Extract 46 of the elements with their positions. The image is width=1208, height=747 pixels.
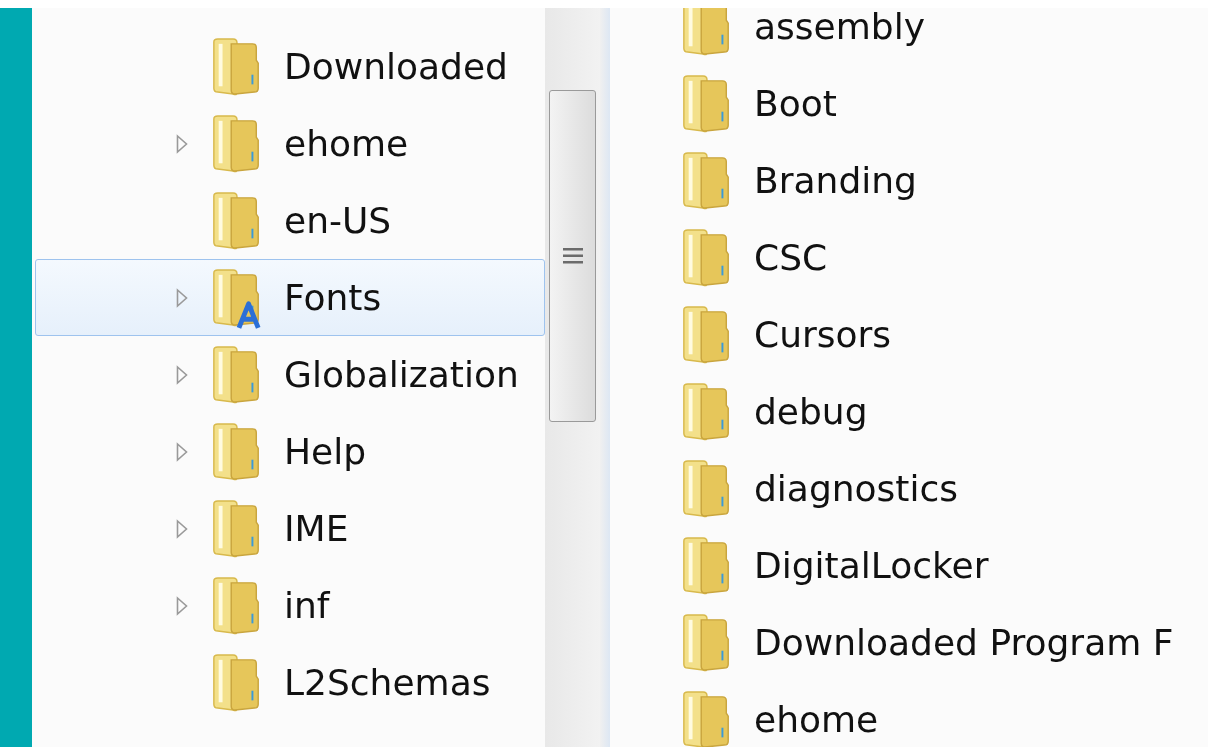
folder-name: DigitalLocker bbox=[754, 545, 989, 586]
file-list-item[interactable]: diagnostics bbox=[660, 450, 1208, 527]
folder-name: Branding bbox=[754, 160, 917, 201]
file-list-item[interactable]: debug bbox=[660, 373, 1208, 450]
file-list-item[interactable]: assembly bbox=[660, 8, 1208, 65]
folder-name: Globalization bbox=[284, 354, 519, 395]
folder-name: ehome bbox=[284, 123, 409, 164]
folder-name: Fonts bbox=[284, 277, 382, 318]
tree-item[interactable]: inf bbox=[35, 567, 546, 644]
file-list-item[interactable]: Boot bbox=[660, 65, 1208, 142]
tree-item[interactable]: ehome bbox=[35, 105, 546, 182]
folder-name: CSC bbox=[754, 237, 828, 278]
folder-name: assembly bbox=[754, 8, 925, 47]
folder-name: IME bbox=[284, 508, 349, 549]
file-list-item[interactable]: Cursors bbox=[660, 296, 1208, 373]
tree-item[interactable]: Globalization bbox=[35, 336, 546, 413]
expand-arrow-icon[interactable] bbox=[176, 595, 188, 616]
file-list-item[interactable]: Branding bbox=[660, 142, 1208, 219]
file-list-item[interactable]: ehome bbox=[660, 681, 1208, 747]
folder-name: ehome bbox=[754, 699, 879, 740]
expand-arrow-icon[interactable] bbox=[176, 364, 188, 385]
tree-item[interactable]: Help bbox=[35, 413, 546, 490]
expand-arrow-icon[interactable] bbox=[176, 441, 188, 462]
expand-arrow-icon[interactable] bbox=[176, 287, 188, 308]
tree-item[interactable]: L2Schemas bbox=[35, 644, 546, 721]
file-list-item[interactable]: Downloaded Program F bbox=[660, 604, 1208, 681]
tree-item[interactable]: Downloaded bbox=[35, 28, 546, 105]
folder-name: Boot bbox=[754, 83, 837, 124]
tree-item[interactable]: en-US bbox=[35, 182, 546, 259]
grip-icon bbox=[562, 247, 583, 265]
tree-item[interactable]: Fonts bbox=[35, 259, 546, 336]
folder-name: en-US bbox=[284, 200, 392, 241]
file-list-item[interactable]: CSC bbox=[660, 219, 1208, 296]
folder-name: debug bbox=[754, 391, 868, 432]
folder-name: Cursors bbox=[754, 314, 892, 355]
scrollbar-thumb[interactable] bbox=[549, 90, 596, 422]
folder-name: Downloaded bbox=[284, 46, 508, 87]
expand-arrow-icon[interactable] bbox=[176, 518, 188, 539]
folder-name: diagnostics bbox=[754, 468, 959, 509]
folder-name: Downloaded Program F bbox=[754, 622, 1174, 663]
expand-arrow-icon[interactable] bbox=[176, 133, 188, 154]
folder-name: inf bbox=[284, 585, 330, 626]
folder-name: L2Schemas bbox=[284, 662, 491, 703]
file-list-item[interactable]: DigitalLocker bbox=[660, 527, 1208, 604]
tree-item[interactable]: IME bbox=[35, 490, 546, 567]
folder-name: Help bbox=[284, 431, 367, 472]
